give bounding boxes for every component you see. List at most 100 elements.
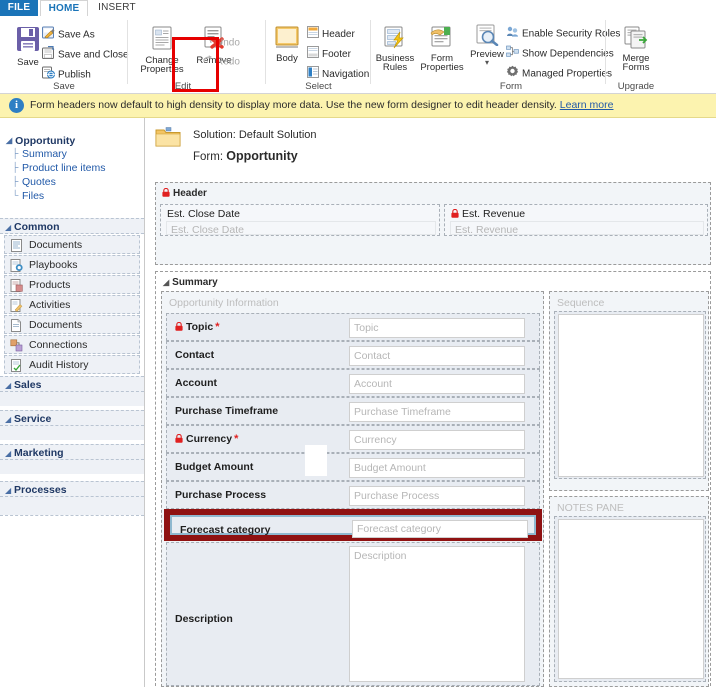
save-as-button[interactable]: Save As — [42, 26, 95, 41]
field-description-label: Description — [175, 613, 233, 625]
save-and-close-button[interactable]: Save and Close — [42, 45, 129, 64]
field-topic[interactable]: Topic * Topic — [166, 313, 540, 341]
collapse-arrow-icon[interactable]: ◢ — [5, 415, 11, 424]
field-account[interactable]: Account Account — [166, 369, 540, 397]
collapse-arrow-icon[interactable]: ◢ — [5, 223, 11, 232]
save-and-close-label: Save and Close — [58, 49, 129, 61]
field-est-revenue-input[interactable]: Est. Revenue — [450, 221, 704, 236]
field-currency-label: Currency * — [175, 433, 238, 445]
field-contact-label: Contact — [175, 349, 215, 361]
field-purchase-process-label: Purchase Process — [175, 489, 267, 501]
field-purchase-timeframe[interactable]: Purchase Timeframe Purchase Timeframe — [166, 397, 540, 425]
summary-tab[interactable]: ◢ Summary Opportunity Information Topic * … — [155, 271, 711, 687]
form-properties-button[interactable]: Form Properties — [420, 26, 464, 72]
enable-security-roles-button[interactable]: Enable Security Roles — [506, 25, 620, 40]
collapse-arrow-icon[interactable]: ◢ — [5, 449, 11, 458]
tab-home[interactable]: HOME — [40, 0, 88, 17]
sidebar-item-connections[interactable]: Connections — [4, 335, 140, 354]
field-forecast-category[interactable]: Forecast category Forecast category — [170, 515, 536, 538]
sidebar-section-service[interactable]: ◢ Service — [0, 410, 144, 426]
header-section[interactable]: Header Est. Close Date Est. Close Date E… — [155, 182, 711, 265]
field-topic-input[interactable]: Topic — [349, 318, 525, 338]
field-purchase-process-placeholder: Purchase Process — [354, 490, 440, 502]
remove-button-highlight — [172, 37, 219, 92]
preview-button[interactable]: Preview ▾ — [467, 24, 507, 67]
sidebar-item-audit-history[interactable]: Audit History — [4, 355, 140, 374]
sequence-field[interactable] — [554, 311, 706, 479]
sidebar-item-playbooks[interactable]: Playbooks — [4, 255, 140, 274]
field-currency[interactable]: Currency * Currency — [166, 425, 540, 453]
learn-more-link[interactable]: Learn more — [560, 99, 614, 111]
field-purchase-timeframe-input[interactable]: Purchase Timeframe — [349, 402, 525, 422]
footer-button[interactable]: Footer — [307, 46, 351, 61]
sidebar-item-documents[interactable]: Documents — [4, 235, 140, 254]
collapse-arrow-icon[interactable]: ◢ — [6, 136, 12, 145]
sidebar-section-sales-label: Sales — [14, 379, 42, 391]
business-rules-button[interactable]: Business Rules — [373, 26, 417, 72]
navigation-button[interactable]: Navigation — [307, 66, 369, 81]
sidebar-item-product-line-items[interactable]: Product line items — [22, 162, 105, 174]
body-button[interactable]: Body — [269, 26, 305, 64]
notes-pane-field[interactable] — [554, 516, 706, 682]
folder-icon — [155, 127, 181, 147]
form-name: Opportunity — [226, 149, 298, 163]
merge-forms-icon — [622, 26, 650, 53]
field-currency-input[interactable]: Currency — [349, 430, 525, 450]
tab-insert[interactable]: INSERT — [92, 0, 142, 16]
field-est-revenue[interactable]: Est. Revenue Est. Revenue — [444, 204, 708, 236]
application-window: FILE HOME INSERT Save Save As Save and C… — [0, 0, 716, 687]
save-as-icon — [42, 26, 55, 44]
field-est-close-date-placeholder: Est. Close Date — [171, 224, 244, 236]
field-purchase-process[interactable]: Purchase Process Purchase Process — [166, 481, 540, 509]
collapse-arrow-icon[interactable]: ◢ — [5, 381, 11, 390]
field-est-close-date-input[interactable]: Est. Close Date — [166, 221, 436, 236]
sidebar-item-products-label: Products — [29, 279, 71, 291]
sidebar-section-processes[interactable]: ◢ Processes — [0, 481, 144, 497]
field-forecast-category-placeholder: Forecast category — [357, 523, 442, 535]
collapse-arrow-icon[interactable]: ◢ — [163, 278, 169, 287]
sidebar-section-marketing[interactable]: ◢ Marketing — [0, 444, 144, 460]
tab-file[interactable]: FILE — [0, 0, 38, 16]
security-roles-icon — [506, 25, 519, 43]
managed-properties-button[interactable]: Managed Properties — [506, 65, 612, 80]
sidebar-section-common[interactable]: ◢ Common — [0, 218, 144, 234]
field-est-revenue-label: Est. Revenue — [451, 208, 525, 220]
lock-icon — [175, 433, 183, 443]
sidebar-item-activities[interactable]: Activities — [4, 295, 140, 314]
chevron-down-icon[interactable]: ▾ — [467, 59, 507, 67]
body-button-label: Body — [276, 53, 298, 64]
save-and-close-icon — [42, 45, 55, 64]
field-description-input[interactable]: Description — [349, 546, 525, 682]
publish-button[interactable]: Publish — [42, 66, 91, 81]
sequence-group[interactable]: Sequence — [549, 291, 709, 491]
sidebar-item-documents-2[interactable]: Documents — [4, 315, 140, 334]
notes-pane-group[interactable]: NOTES PANE — [549, 496, 709, 687]
sidebar-item-quotes[interactable]: Quotes — [22, 176, 56, 188]
show-dependencies-button[interactable]: Show Dependencies — [506, 45, 614, 60]
field-description[interactable]: Description Description — [166, 542, 540, 686]
sequence-input[interactable] — [558, 314, 704, 477]
sidebar-item-files[interactable]: Files — [22, 190, 44, 202]
ribbon-group-save: Save Save As Save and Close Publish Save — [0, 16, 129, 93]
opportunity-information-group[interactable]: Opportunity Information Topic * Topic Con… — [161, 291, 544, 687]
field-topic-text: Topic — [186, 321, 214, 333]
merge-forms-button[interactable]: Merge Forms — [613, 26, 659, 72]
field-est-close-date[interactable]: Est. Close Date Est. Close Date — [160, 204, 440, 236]
header-section-label: Header — [173, 188, 207, 199]
required-marker: * — [234, 433, 239, 445]
notes-pane-input[interactable] — [558, 519, 704, 679]
field-budget-amount[interactable]: Budget Amount Budget Amount — [166, 453, 540, 481]
field-budget-amount-label: Budget Amount — [175, 461, 254, 473]
header-button[interactable]: Header — [307, 26, 355, 41]
field-purchase-process-input[interactable]: Purchase Process — [349, 486, 525, 506]
sidebar-item-products[interactable]: Products — [4, 275, 140, 294]
collapse-arrow-icon[interactable]: ◢ — [5, 486, 11, 495]
field-forecast-category-input[interactable]: Forecast category — [352, 520, 528, 538]
sidebar-section-sales[interactable]: ◢ Sales — [0, 376, 144, 392]
field-account-input[interactable]: Account — [349, 374, 525, 394]
nav-root-opportunity[interactable]: ◢ Opportunity — [6, 135, 75, 147]
field-budget-amount-input[interactable]: Budget Amount — [349, 458, 525, 478]
field-contact-input[interactable]: Contact — [349, 346, 525, 366]
field-contact[interactable]: Contact Contact — [166, 341, 540, 369]
sidebar-item-summary[interactable]: Summary — [22, 148, 67, 160]
